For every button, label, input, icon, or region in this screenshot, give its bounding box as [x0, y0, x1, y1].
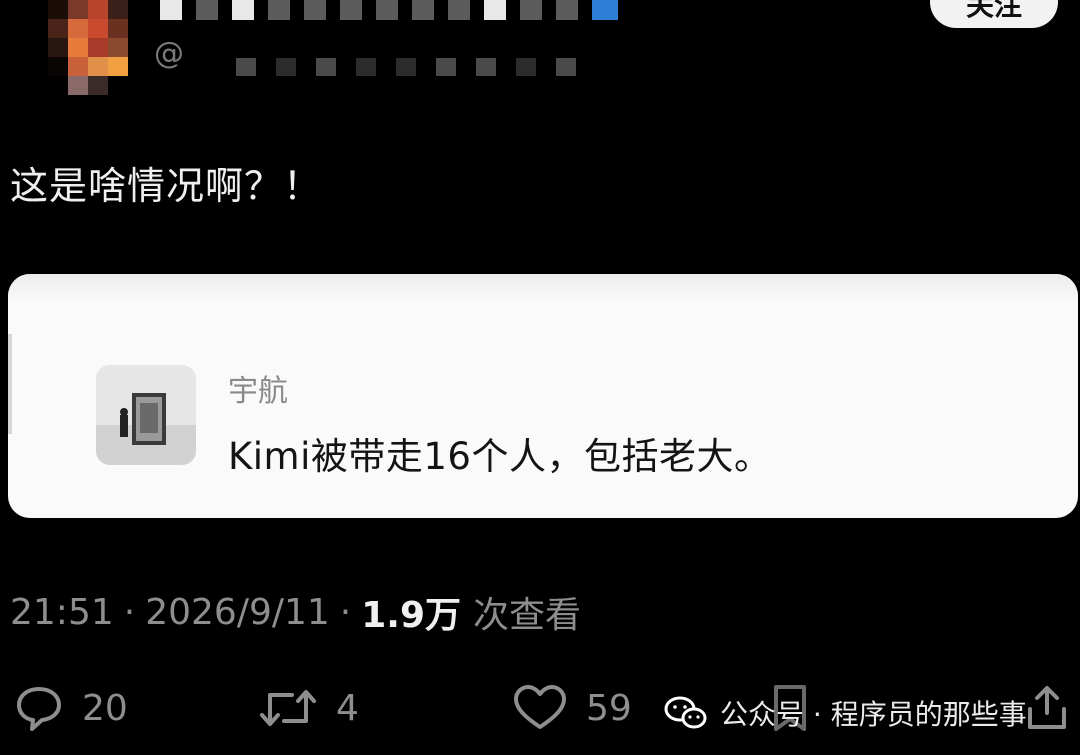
handle-prefix: @: [154, 36, 184, 71]
reply-icon: [17, 687, 61, 731]
reply-count: 20: [82, 687, 128, 729]
card-top-shade: [8, 274, 1078, 304]
post-text: 这是啥情况啊？！: [10, 164, 323, 208]
quoted-author-name[interactable]: 宇航: [228, 374, 288, 410]
post-meta: 21:51 · 2026/9/11 · 1.9万 次查看: [10, 586, 581, 638]
post-date: 2026/9/11: [145, 591, 330, 633]
meta-separator: ·: [123, 591, 136, 633]
repost-count: 4: [336, 687, 359, 729]
watermark-text: 公众号 · 程序员的那些事: [720, 698, 1027, 731]
avatar[interactable]: [48, 0, 128, 96]
quoted-author-avatar[interactable]: [96, 365, 196, 465]
share-icon: [1028, 686, 1066, 729]
follow-button[interactable]: 关注: [930, 0, 1058, 28]
post-screen: @ 关注 这是啥情况啊？！ 宇航 Kimi被带走16个人，包括老大。 21:51…: [0, 0, 1080, 755]
heart-icon: [514, 685, 566, 729]
handle-redacted: [236, 58, 576, 76]
quoted-post-text: Kimi被带走16个人，包括老大。: [228, 435, 772, 478]
wechat-watermark: 公众号 · 程序员的那些事: [664, 690, 1027, 736]
views-label: 次查看: [473, 595, 582, 636]
like-button[interactable]: 59: [512, 680, 632, 736]
display-name-redacted: [160, 0, 618, 22]
card-edge: [8, 334, 12, 434]
reply-button[interactable]: 20: [14, 680, 128, 736]
views-count: 1.9万: [361, 595, 462, 636]
like-count: 59: [586, 687, 632, 729]
wechat-icon: [664, 696, 707, 729]
meta-separator: ·: [339, 591, 352, 633]
post-time: 21:51: [10, 591, 114, 633]
repost-button[interactable]: 4: [258, 680, 359, 736]
repost-icon: [260, 690, 316, 726]
quoted-post-card[interactable]: 宇航 Kimi被带走16个人，包括老大。: [8, 274, 1078, 518]
avatar-photo-icon: [96, 365, 196, 465]
share-button[interactable]: [1022, 680, 1072, 736]
